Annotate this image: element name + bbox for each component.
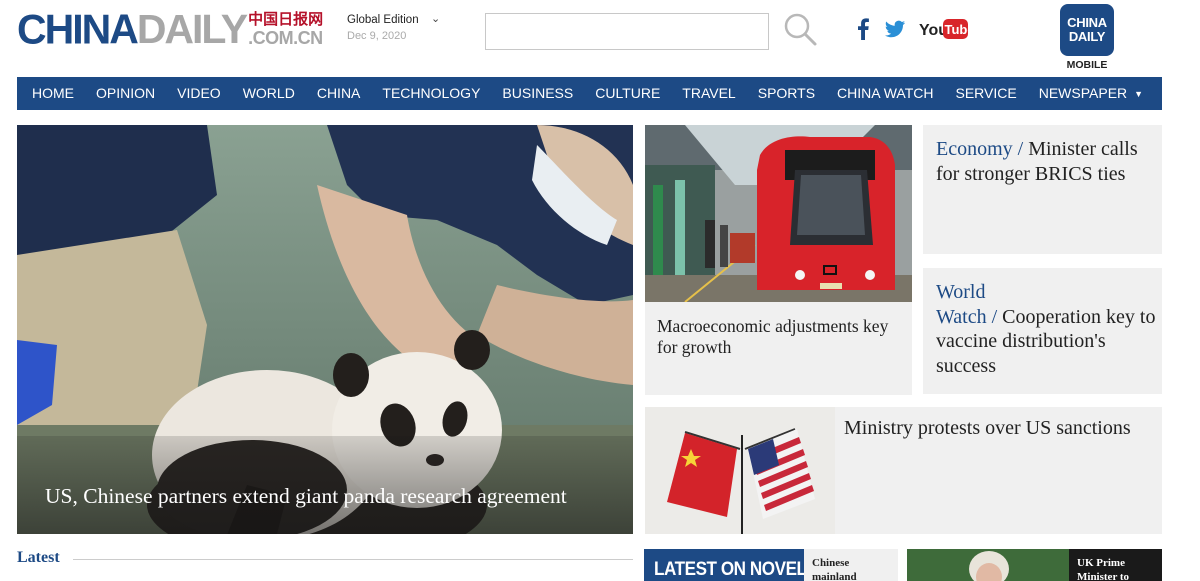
nav-item-culture[interactable]: CULTURE [584, 77, 671, 110]
twitter-icon[interactable] [884, 18, 906, 40]
latest-story-1[interactable]: Chinese mainland [804, 549, 898, 581]
nav-item-world[interactable]: WORLD [232, 77, 306, 110]
section-link-world-watch[interactable]: World Watch [936, 281, 987, 328]
nav-item-technology[interactable]: TECHNOLOGY [371, 77, 491, 110]
logo-domain: .COM.CN [248, 28, 323, 48]
current-date: Dec 9, 2020 [347, 30, 407, 42]
hero-headline[interactable]: US, Chinese partners extend giant panda … [45, 484, 567, 509]
section-link-economy[interactable]: Economy [936, 138, 1013, 160]
nav-item-service[interactable]: SERVICE [945, 77, 1028, 110]
latest-story-2-line1: UK Prime [1077, 557, 1125, 569]
mobile-label: MOBILE [1066, 59, 1108, 71]
facebook-icon[interactable] [856, 18, 870, 40]
story-title[interactable]: Macroeconomic adjustments key for growth [657, 316, 902, 358]
svg-text:Tube: Tube [945, 22, 970, 37]
mobile-app-link[interactable]: CHINA DAILY MOBILE [1060, 4, 1114, 74]
nav-item-business[interactable]: BUSINESS [491, 77, 584, 110]
logo-side-block: 中国日报网 .COM.CN [248, 10, 323, 48]
search-input[interactable] [485, 13, 769, 50]
mobile-badge-line2: DAILY [1068, 29, 1106, 44]
nav-item-sports[interactable]: SPORTS [747, 77, 826, 110]
nav-item-newspaper[interactable]: NEWSPAPER [1028, 77, 1138, 110]
latest-story-1-line2: mainland [812, 571, 857, 581]
logo-wordmark-china: CHINA [17, 5, 139, 53]
logo-chinese-name: 中国日报网 [248, 10, 324, 28]
nav-item-travel[interactable]: TRAVEL [671, 77, 746, 110]
section-line-1: World [936, 281, 986, 303]
nav-item-china-watch[interactable]: CHINA WATCH [826, 77, 944, 110]
latest-divider [73, 559, 633, 560]
logo-wordmark-daily: DAILY [136, 6, 248, 52]
story-text: World Watch / Cooperation key to vaccine … [936, 280, 1156, 378]
uk-parliament-photo[interactable] [907, 549, 1069, 581]
banner-text: LATEST ON NOVEL [654, 559, 804, 580]
china-daily-logo[interactable]: CHINA DAILY 中国日报网 .COM.CN [17, 5, 323, 53]
flags-photo [645, 407, 835, 534]
nav-item-china[interactable]: CHINA [306, 77, 372, 110]
nav-item-video[interactable]: VIDEO [166, 77, 232, 110]
nav-item-home[interactable]: HOME [21, 77, 85, 110]
latest-story-1-line1: Chinese [812, 557, 850, 569]
edition-selector[interactable]: Global Edition [347, 14, 419, 26]
main-nav: HOME OPINION VIDEO WORLD CHINA TECHNOLOG… [17, 77, 1162, 110]
section-separator: / [986, 305, 1003, 328]
story-card-macroeconomic[interactable]: Macroeconomic adjustments key for growth [645, 125, 912, 395]
latest-story-2-line2: Minister to meet [1077, 571, 1130, 581]
story-card-ministry[interactable]: Ministry protests over US sanctions [645, 407, 1162, 534]
novel-coronavirus-banner[interactable]: LATEST ON NOVEL [644, 549, 804, 581]
tram-factory-photo [645, 125, 912, 302]
search-icon[interactable] [782, 11, 818, 47]
story-text: Economy / Minister calls for stronger BR… [936, 137, 1156, 186]
youtube-icon[interactable]: You Tube [919, 18, 975, 40]
mobile-app-badge: CHINA DAILY [1060, 4, 1114, 56]
section-line-2: Watch [936, 305, 987, 328]
mobile-badge-line1: CHINA [1067, 15, 1107, 30]
hero-story[interactable]: US, Chinese partners extend giant panda … [17, 125, 633, 534]
story-card-world-watch[interactable]: World Watch / Cooperation key to vaccine … [923, 268, 1162, 394]
latest-story-2[interactable]: UK Prime Minister to meet [1069, 549, 1162, 581]
section-separator: / [1012, 138, 1029, 160]
story-title[interactable]: Ministry protests over US sanctions [844, 417, 1131, 440]
story-card-economy[interactable]: Economy / Minister calls for stronger BR… [923, 125, 1162, 254]
latest-heading[interactable]: Latest [17, 549, 60, 567]
chevron-down-icon[interactable]: ⌄ [431, 12, 440, 25]
nav-item-opinion[interactable]: OPINION [85, 77, 166, 110]
caret-down-icon[interactable]: ▼ [1134, 89, 1143, 99]
